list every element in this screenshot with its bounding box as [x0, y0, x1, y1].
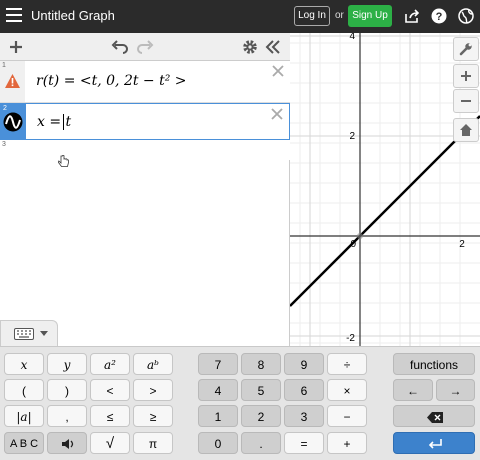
expression-math[interactable]: x = t	[37, 114, 71, 130]
warning-icon[interactable]	[4, 73, 21, 89]
key-4[interactable]: 4	[198, 379, 238, 401]
expression-number: 2	[3, 105, 7, 112]
math-keypad: x y a² aᵇ ( ) < > |a| , ≤ ≥ A B C √ π 7 …	[0, 346, 480, 460]
undo-icon[interactable]	[110, 37, 130, 57]
text-cursor	[63, 114, 64, 130]
caret-down-icon	[40, 331, 48, 336]
key-greater-equal[interactable]: ≥	[133, 405, 173, 427]
functions-button[interactable]: functions	[393, 353, 475, 375]
top-bar: Untitled Graph Log In or Sign Up ?	[0, 0, 480, 33]
enter-button[interactable]	[393, 432, 475, 454]
keyboard-icon	[14, 328, 34, 340]
y-tick-label-2: 2	[349, 131, 355, 142]
home-icon	[460, 124, 472, 136]
collapse-list-icon[interactable]	[263, 37, 283, 57]
expression-row-3[interactable]: 3	[0, 140, 290, 160]
key-5[interactable]: 5	[241, 379, 281, 401]
key-equals[interactable]: =	[284, 432, 324, 454]
expression-number: 1	[2, 62, 6, 69]
graph-settings-button[interactable]	[453, 37, 479, 61]
key-multiply[interactable]: ×	[327, 379, 367, 401]
key-3[interactable]: 3	[284, 405, 324, 427]
y-tick-label-neg2: -2	[346, 333, 355, 344]
key-audio[interactable]	[47, 432, 87, 454]
origin-point	[357, 233, 363, 239]
graph-paper[interactable]: 4 2 -2 0 2	[290, 33, 480, 346]
svg-text:?: ?	[436, 11, 443, 23]
backspace-icon	[427, 412, 443, 423]
expression-math[interactable]: r(t) = <t, 0, 2t − t² >	[36, 73, 187, 89]
graph-canvas[interactable]: 4 2 -2 0 2	[290, 33, 480, 346]
key-a-squared[interactable]: a²	[90, 353, 130, 375]
x-tick-label-2: 2	[459, 239, 465, 250]
key-decimal[interactable]: .	[241, 432, 281, 454]
key-y[interactable]: y	[47, 353, 87, 375]
key-sqrt[interactable]: √	[90, 432, 130, 454]
delete-expression-icon[interactable]	[271, 108, 283, 120]
key-less-than[interactable]: <	[90, 379, 130, 401]
key-divide[interactable]: ÷	[327, 353, 367, 375]
expression-row-2[interactable]: 2 x = t	[0, 103, 290, 140]
plus-icon	[461, 71, 471, 81]
expression-list: 1 r(t) = <t, 0, 2t − t² > 2 x = t 3	[0, 33, 290, 346]
hand-cursor-icon	[58, 155, 69, 167]
backspace-button[interactable]	[393, 405, 475, 427]
curve-style-icon[interactable]	[3, 112, 23, 132]
key-pi[interactable]: π	[133, 432, 173, 454]
zoom-out-button[interactable]	[453, 89, 479, 113]
key-close-paren[interactable]: )	[47, 379, 87, 401]
key-left-arrow[interactable]: ←	[393, 379, 433, 401]
key-9[interactable]: 9	[284, 353, 324, 375]
expression-gutter: 1	[0, 61, 25, 102]
expression-gutter: 3	[0, 140, 25, 160]
expression-gutter: 2	[1, 104, 26, 139]
key-1[interactable]: 1	[198, 405, 238, 427]
key-less-equal[interactable]: ≤	[90, 405, 130, 427]
key-right-arrow[interactable]: →	[436, 379, 475, 401]
speaker-icon	[62, 439, 74, 449]
wrench-icon	[459, 43, 472, 56]
key-plus[interactable]: +	[327, 432, 367, 454]
settings-gear-icon[interactable]	[240, 37, 260, 57]
key-comma[interactable]: ,	[47, 405, 87, 427]
redo-icon[interactable]	[135, 37, 155, 57]
or-label: or	[335, 10, 344, 21]
key-abc-toggle[interactable]: A B C	[4, 432, 44, 454]
add-expression-icon[interactable]	[6, 37, 26, 57]
key-8[interactable]: 8	[241, 353, 281, 375]
help-icon[interactable]: ?	[431, 8, 447, 24]
key-2[interactable]: 2	[241, 405, 281, 427]
key-greater-than[interactable]: >	[133, 379, 173, 401]
key-minus[interactable]: −	[327, 405, 367, 427]
globe-icon[interactable]	[458, 8, 474, 24]
origin-tick-label: 0	[350, 239, 356, 250]
y-tick-label-4: 4	[349, 33, 355, 42]
expression-toolbar	[0, 33, 290, 61]
enter-icon	[428, 439, 442, 449]
plotted-line[interactable]	[290, 115, 480, 307]
default-view-button[interactable]	[453, 118, 479, 142]
key-x[interactable]: x	[4, 353, 44, 375]
hamburger-menu-icon[interactable]	[6, 8, 22, 24]
expression-number: 3	[2, 141, 6, 148]
key-a-power-b[interactable]: aᵇ	[133, 353, 173, 375]
expression-row-1[interactable]: 1 r(t) = <t, 0, 2t − t² >	[0, 61, 290, 103]
minus-icon	[461, 100, 471, 102]
key-open-paren[interactable]: (	[4, 379, 44, 401]
key-6[interactable]: 6	[284, 379, 324, 401]
zoom-in-button[interactable]	[453, 64, 479, 88]
share-icon[interactable]	[404, 8, 420, 24]
delete-expression-icon[interactable]	[272, 65, 284, 77]
login-button[interactable]: Log In	[294, 6, 330, 26]
keyboard-toggle-tab[interactable]	[0, 320, 58, 347]
graph-title[interactable]: Untitled Graph	[31, 8, 115, 23]
key-abs-value[interactable]: |a|	[4, 405, 44, 427]
key-7[interactable]: 7	[198, 353, 238, 375]
signup-button[interactable]: Sign Up	[348, 5, 392, 27]
key-0[interactable]: 0	[198, 432, 238, 454]
